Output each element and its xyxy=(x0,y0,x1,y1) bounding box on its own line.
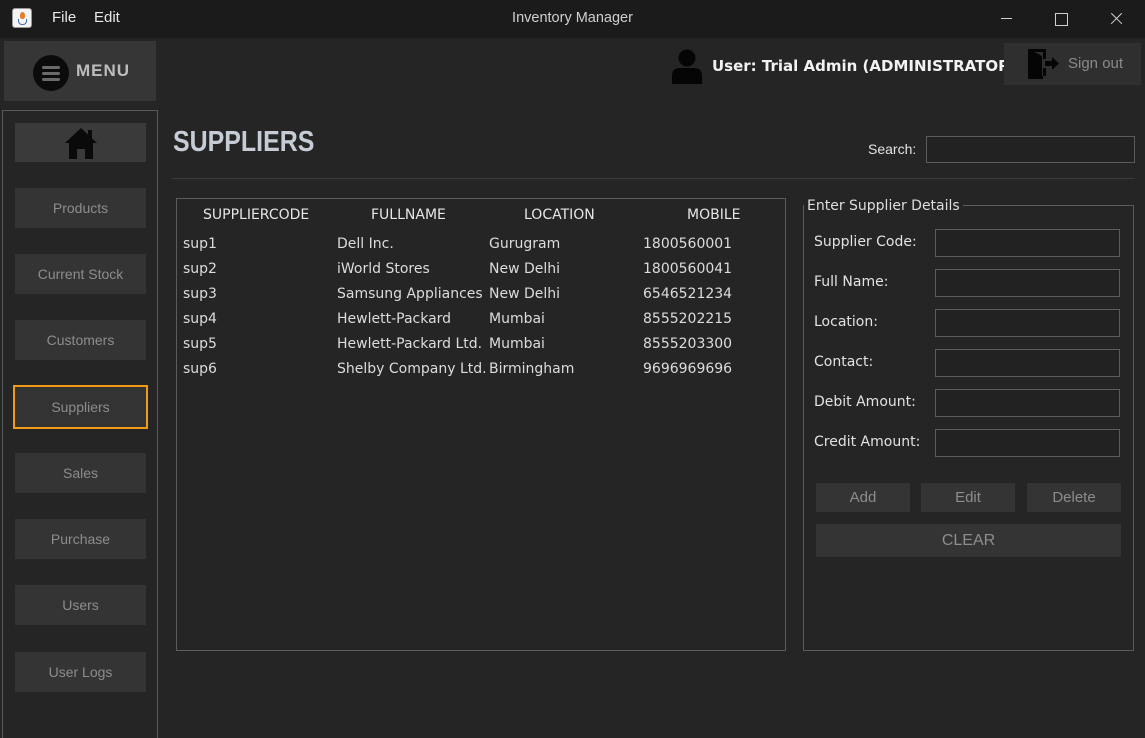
edit-button[interactable]: Edit xyxy=(921,483,1015,512)
window-title: Inventory Manager xyxy=(512,10,633,26)
sidebar-item-purchase[interactable]: Purchase xyxy=(15,519,146,559)
table-row[interactable]: sup2 iWorld Stores New Delhi 1800560041 xyxy=(177,257,785,282)
cell-full-name: Shelby Company Ltd. xyxy=(337,361,487,377)
home-button[interactable] xyxy=(15,123,146,162)
cell-location: Birmingham xyxy=(489,361,575,377)
page-title: SUPPLIERS xyxy=(173,126,315,158)
table-row[interactable]: sup5 Hewlett-Packard Ltd. Mumbai 8555203… xyxy=(177,332,785,357)
cell-full-name: Hewlett-Packard Ltd. xyxy=(337,336,483,352)
sign-out-label: Sign out xyxy=(1068,55,1124,72)
sidebar-item-current-stock[interactable]: Current Stock xyxy=(15,254,146,294)
cell-mobile: 6546521234 xyxy=(643,286,733,302)
delete-button[interactable]: Delete xyxy=(1027,483,1121,512)
full-name-field[interactable] xyxy=(935,269,1120,297)
cell-supplier-code: sup3 xyxy=(183,286,217,302)
menu-label: MENU xyxy=(76,61,131,80)
sign-out-button[interactable]: Sign out xyxy=(1004,43,1141,85)
sidebar-item-sales[interactable]: Sales xyxy=(15,453,146,493)
current-user-label: User: Trial Admin (ADMINISTRATOR) xyxy=(712,57,1017,75)
location-field[interactable] xyxy=(935,309,1120,337)
cell-location: New Delhi xyxy=(489,286,561,302)
menu-edit[interactable]: Edit xyxy=(94,9,120,26)
add-button[interactable]: Add xyxy=(816,483,910,512)
cell-mobile: 9696969696 xyxy=(643,361,733,377)
contact-field[interactable] xyxy=(935,349,1120,377)
column-header-mobile[interactable]: MOBILE xyxy=(687,207,740,223)
sidebar-item-customers[interactable]: Customers xyxy=(15,320,146,360)
table-row[interactable]: sup4 Hewlett-Packard Mumbai 8555202215 xyxy=(177,307,785,332)
search-label: Search: xyxy=(868,141,917,157)
sign-out-icon xyxy=(1028,49,1059,79)
search-input[interactable] xyxy=(926,136,1135,163)
suppliers-table[interactable]: SUPPLIERCODE FULLNAME LOCATION MOBILE su… xyxy=(176,198,786,651)
cell-mobile: 1800560041 xyxy=(643,261,733,277)
credit-amount-label: Credit Amount: xyxy=(814,434,921,450)
cell-full-name: Dell Inc. xyxy=(337,236,394,252)
cell-mobile: 8555203300 xyxy=(643,336,733,352)
full-name-label: Full Name: xyxy=(814,274,889,290)
table-row[interactable]: sup3 Samsung Appliances New Delhi 654652… xyxy=(177,282,785,307)
supplier-code-label: Supplier Code: xyxy=(814,234,917,250)
cell-supplier-code: sup5 xyxy=(183,336,217,352)
debit-amount-field[interactable] xyxy=(935,389,1120,417)
user-icon xyxy=(672,49,702,84)
location-label: Location: xyxy=(814,314,878,330)
column-header-suppliercode[interactable]: SUPPLIERCODE xyxy=(203,207,309,223)
cell-supplier-code: sup6 xyxy=(183,361,217,377)
contact-label: Contact: xyxy=(814,354,874,370)
java-app-icon xyxy=(12,8,32,28)
cell-supplier-code: sup2 xyxy=(183,261,217,277)
cell-full-name: Samsung Appliances xyxy=(337,286,483,302)
title-bar: File Edit Inventory Manager xyxy=(0,0,1145,38)
supplier-code-field[interactable] xyxy=(935,229,1120,257)
menu-file[interactable]: File xyxy=(52,9,76,26)
cell-supplier-code: sup1 xyxy=(183,236,217,252)
cell-full-name: Hewlett-Packard xyxy=(337,311,452,327)
sidebar-item-users[interactable]: Users xyxy=(15,585,146,625)
cell-supplier-code: sup4 xyxy=(183,311,217,327)
sidebar-item-suppliers[interactable]: Suppliers xyxy=(13,385,148,429)
cell-location: Gurugram xyxy=(489,236,561,252)
table-row[interactable]: sup6 Shelby Company Ltd. Birmingham 9696… xyxy=(177,357,785,382)
column-header-fullname[interactable]: FULLNAME xyxy=(371,207,446,223)
cell-location: Mumbai xyxy=(489,336,545,352)
header-divider xyxy=(172,178,1135,179)
credit-amount-field[interactable] xyxy=(935,429,1120,457)
cell-location: New Delhi xyxy=(489,261,561,277)
sidebar-item-user-logs[interactable]: User Logs xyxy=(15,652,146,692)
menu-toggle-button[interactable]: MENU xyxy=(4,41,156,101)
minimize-icon[interactable] xyxy=(979,0,1033,38)
hamburger-icon xyxy=(33,55,69,91)
cell-location: Mumbai xyxy=(489,311,545,327)
cell-mobile: 1800560001 xyxy=(643,236,733,252)
debit-amount-label: Debit Amount: xyxy=(814,394,916,410)
sidebar-item-products[interactable]: Products xyxy=(15,188,146,228)
close-icon[interactable] xyxy=(1089,0,1143,38)
sidebar: Products Current Stock Customers Supplie… xyxy=(2,110,158,738)
home-icon xyxy=(65,128,97,159)
maximize-icon[interactable] xyxy=(1034,0,1088,38)
column-header-location[interactable]: LOCATION xyxy=(524,207,595,223)
table-row[interactable]: sup1 Dell Inc. Gurugram 1800560001 xyxy=(177,232,785,257)
supplier-details-legend: Enter Supplier Details xyxy=(804,198,963,214)
cell-full-name: iWorld Stores xyxy=(337,261,430,277)
clear-button[interactable]: CLEAR xyxy=(816,524,1121,557)
cell-mobile: 8555202215 xyxy=(643,311,733,327)
